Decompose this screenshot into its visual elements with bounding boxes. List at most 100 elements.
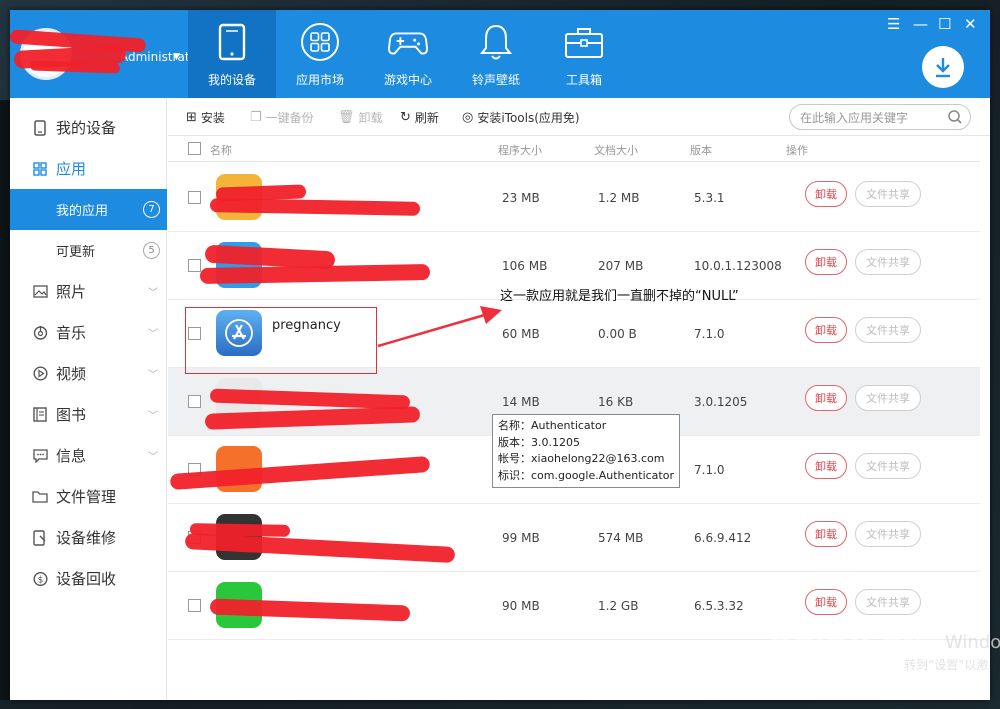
maximize-button[interactable]: ☐ (938, 16, 951, 32)
sidebar-item-device-repair[interactable]: 设备维修 (10, 517, 167, 558)
folder-icon (32, 489, 48, 505)
tab-ringtones-wallpapers[interactable]: 铃声壁纸 (452, 10, 540, 98)
annotation-text: 这一款应用就是我们一直删不掉的“NULL” (500, 289, 739, 304)
chevron-down-icon[interactable]: ﹀ (148, 366, 158, 381)
sidebar-item-label: 应用 (56, 160, 87, 178)
chat-bubble-icon (32, 448, 48, 464)
col-name[interactable]: 名称 (210, 142, 232, 158)
desktop-icons-strip (0, 100, 10, 700)
version: 7.1.0 (694, 327, 725, 341)
program-size: 23 MB (502, 191, 540, 205)
minimize-button[interactable]: — (913, 16, 928, 32)
version: 5.3.1 (694, 191, 725, 205)
search-input[interactable]: 在此输入应用关键字 (789, 104, 971, 130)
chevron-down-icon[interactable]: ﹀ (148, 407, 158, 422)
bell-icon (476, 22, 516, 62)
row-checkbox[interactable] (188, 395, 201, 408)
file-share-button[interactable]: 文件共享 (855, 317, 921, 343)
image-icon (32, 284, 48, 300)
uninstall-button[interactable]: 卸载 (805, 521, 847, 547)
toolbar: ⊞ 安装 ❐ 一键备份 🗑 卸载 ↻ 刷新 ◎ 安装iTools(应用免) 在此… (168, 98, 990, 136)
sidebar-item-apps[interactable]: 应用 (10, 148, 167, 189)
tab-label: 游戏中心 (383, 73, 432, 87)
row-checkbox[interactable] (188, 191, 201, 204)
sidebar-item-label: 我的设备 (56, 119, 117, 137)
doc-size: 207 MB (598, 259, 644, 273)
doc-size: 1.2 GB (598, 599, 639, 613)
col-doc-size[interactable]: 文档大小 (594, 142, 638, 158)
chevron-down-icon[interactable]: ﹀ (148, 284, 158, 299)
version: 7.1.0 (694, 463, 725, 477)
tooltip-line: 版本：3.0.1205 (498, 435, 580, 449)
menu-button[interactable]: ☰ (887, 16, 900, 32)
trash-icon: 🗑 (338, 110, 355, 125)
install-button[interactable]: ⊞ 安装 (186, 109, 225, 126)
doc-size: 16 KB (598, 395, 634, 409)
version: 6.5.3.32 (694, 599, 744, 613)
tab-app-market[interactable]: 应用市场 (276, 10, 364, 98)
uninstall-button[interactable]: 卸载 (805, 453, 847, 479)
sidebar-item-messages[interactable]: 信息 ﹀ (10, 435, 167, 476)
sidebar-item-label: 图书 (56, 406, 87, 424)
apps-grid-icon (32, 161, 48, 177)
file-share-button[interactable]: 文件共享 (855, 589, 921, 615)
install-itools-button[interactable]: ◎ 安装iTools(应用免) (462, 109, 580, 126)
uninstall-button[interactable]: 卸载 (805, 317, 847, 343)
program-size: 99 MB (502, 531, 540, 545)
uninstall-button[interactable]: 卸载 (805, 385, 847, 411)
table-header: 名称 程序大小 文档大小 版本 操作 (168, 136, 980, 162)
sidebar-item-music[interactable]: 音乐 ﹀ (10, 312, 167, 353)
version: 10.0.1.123008 (694, 259, 782, 273)
sidebar: 我的设备 应用 我的应用 7 可更新 5 照片 ﹀ 音乐 ﹀ 视频 ﹀ 图书 ﹀… (10, 98, 167, 700)
file-share-button[interactable]: 文件共享 (855, 385, 921, 411)
windows-activation-hint: 转到“设置”以激 (904, 658, 989, 672)
main-nav: 我的设备 应用市场 游戏中心 铃声壁纸 工具箱 (188, 10, 628, 98)
file-share-button[interactable]: 文件共享 (855, 249, 921, 275)
sidebar-item-updatable[interactable]: 可更新 5 (10, 230, 167, 271)
sidebar-item-label: 文件管理 (56, 488, 117, 506)
uninstall-button[interactable]: 卸载 (805, 181, 847, 207)
tooltip-line: 帐号：xiaohelong22@163.com (498, 452, 665, 465)
col-version[interactable]: 版本 (690, 142, 712, 158)
row-checkbox[interactable] (188, 599, 201, 612)
row-checkbox[interactable] (188, 259, 201, 272)
sidebar-item-file-manager[interactable]: 文件管理 (10, 476, 167, 517)
chevron-down-icon[interactable]: ▼ (173, 52, 180, 62)
file-share-button[interactable]: 文件共享 (855, 521, 921, 547)
svg-text:$: $ (37, 575, 43, 585)
itools-logo-icon: ◎ (462, 110, 474, 125)
count-badge: 5 (143, 242, 160, 259)
uninstall-button[interactable]: 卸载 (805, 249, 847, 275)
file-share-button[interactable]: 文件共享 (855, 181, 921, 207)
col-program-size[interactable]: 程序大小 (498, 142, 542, 158)
uninstall-toolbar-button[interactable]: 🗑 卸载 (338, 109, 383, 126)
sidebar-item-label: 设备回收 (56, 570, 117, 588)
program-size: 14 MB (502, 395, 540, 409)
chevron-down-icon[interactable]: ﹀ (148, 325, 158, 340)
tab-game-center[interactable]: 游戏中心 (364, 10, 452, 98)
download-manager-button[interactable] (922, 46, 964, 88)
sidebar-item-photos[interactable]: 照片 ﹀ (10, 271, 167, 312)
tab-my-device[interactable]: 我的设备 (188, 10, 276, 98)
sidebar-item-books[interactable]: 图书 ﹀ (10, 394, 167, 435)
search-icon[interactable] (947, 109, 963, 128)
doc-size: 1.2 MB (598, 191, 640, 205)
sidebar-item-label: 照片 (56, 283, 87, 301)
select-all-checkbox[interactable] (188, 142, 201, 155)
sidebar-item-my-device[interactable]: 我的设备 (10, 107, 167, 148)
sidebar-item-device-recycle[interactable]: $ 设备回收 (10, 558, 167, 599)
tab-label: 我的设备 (207, 73, 256, 87)
uninstall-button[interactable]: 卸载 (805, 589, 847, 615)
backup-button[interactable]: ❐ 一键备份 (250, 109, 314, 126)
sidebar-item-my-apps[interactable]: 我的应用 7 (10, 189, 167, 230)
file-share-button[interactable]: 文件共享 (855, 453, 921, 479)
sidebar-item-label: 视频 (56, 365, 87, 383)
close-button[interactable]: ✕ (964, 16, 977, 32)
refresh-button[interactable]: ↻ 刷新 (400, 109, 439, 126)
tab-toolbox[interactable]: 工具箱 (540, 10, 628, 98)
sidebar-item-video[interactable]: 视频 ﹀ (10, 353, 167, 394)
sidebar-item-label: 我的应用 (56, 204, 109, 219)
book-icon (32, 407, 48, 423)
user-area[interactable]: Administrat... ▼ (10, 10, 201, 98)
chevron-down-icon[interactable]: ﹀ (148, 448, 158, 463)
